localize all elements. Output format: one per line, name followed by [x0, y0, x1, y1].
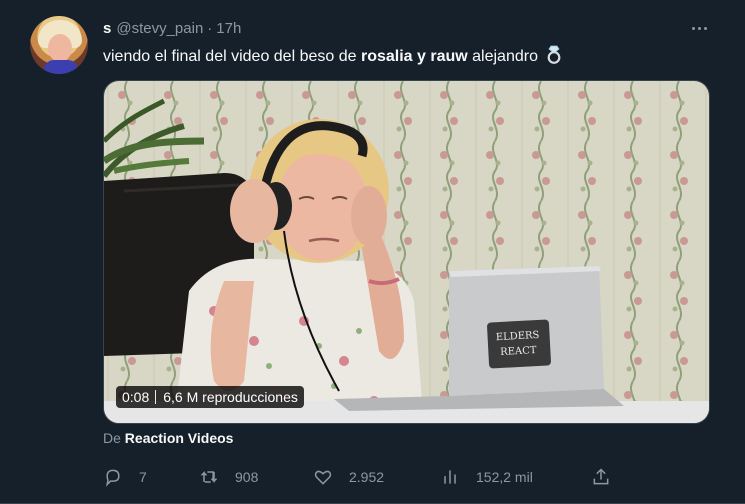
- share-button[interactable]: [591, 460, 611, 494]
- retweet-count: 908: [235, 469, 259, 485]
- tweet-time[interactable]: 17h: [216, 20, 241, 37]
- display-name[interactable]: s: [103, 20, 111, 37]
- separator-dot: ·: [207, 19, 213, 37]
- video-timestamp: 0:08: [122, 389, 150, 405]
- avatar[interactable]: [30, 16, 88, 74]
- overlay-divider: [155, 390, 157, 404]
- reply-count: 7: [139, 469, 147, 485]
- source-link[interactable]: Reaction Videos: [125, 430, 234, 446]
- svg-text:ELDERS: ELDERS: [496, 330, 540, 343]
- like-count: 2.952: [349, 469, 385, 485]
- user-handle[interactable]: @stevy_pain: [116, 20, 203, 37]
- tweet-text: viendo el final del video del beso de ro…: [103, 44, 562, 68]
- reply-icon: [105, 469, 120, 487]
- heart-icon: [314, 470, 332, 485]
- video-frame: ELDERS REACT: [104, 81, 709, 423]
- tweet[interactable]: s @stevy_pain · 17h viendo el final del …: [0, 0, 745, 504]
- tweet-text-prefix: viendo el final del video del beso de: [103, 48, 361, 65]
- tweet-text-bold: rosalia y rauw: [360, 48, 468, 65]
- avatar-face: [48, 34, 72, 62]
- more-dot-icon: [691, 26, 695, 30]
- avatar-shirt: [44, 60, 78, 74]
- views-count: 152,2 mil: [476, 469, 533, 485]
- more-dot-icon: [697, 26, 701, 30]
- reply-button[interactable]: 7: [103, 460, 147, 494]
- video-views: 6,6 M reproducciones: [163, 389, 298, 405]
- more-dot-icon: [703, 26, 707, 30]
- bar-chart-icon: [444, 470, 456, 484]
- ring-icon: [548, 45, 561, 64]
- action-bar: 7 908 2.952 152,2 mil: [103, 460, 723, 494]
- tweet-text-suffix: alejandro: [467, 48, 538, 65]
- video-player[interactable]: ELDERS REACT: [103, 80, 710, 424]
- source-prefix: De: [103, 430, 121, 446]
- retweet-button[interactable]: 908: [199, 460, 258, 494]
- retweet-icon: [200, 471, 218, 483]
- more-options-button[interactable]: [684, 16, 714, 40]
- like-button[interactable]: 2.952: [313, 460, 384, 494]
- video-overlay-badge: 0:08 6,6 M reproducciones: [116, 386, 304, 408]
- video-source: De Reaction Videos: [103, 430, 233, 446]
- share-icon: [593, 468, 609, 485]
- tweet-header: s @stevy_pain · 17h: [103, 17, 241, 39]
- views-button[interactable]: 152,2 mil: [440, 460, 533, 494]
- svg-text:REACT: REACT: [500, 345, 537, 358]
